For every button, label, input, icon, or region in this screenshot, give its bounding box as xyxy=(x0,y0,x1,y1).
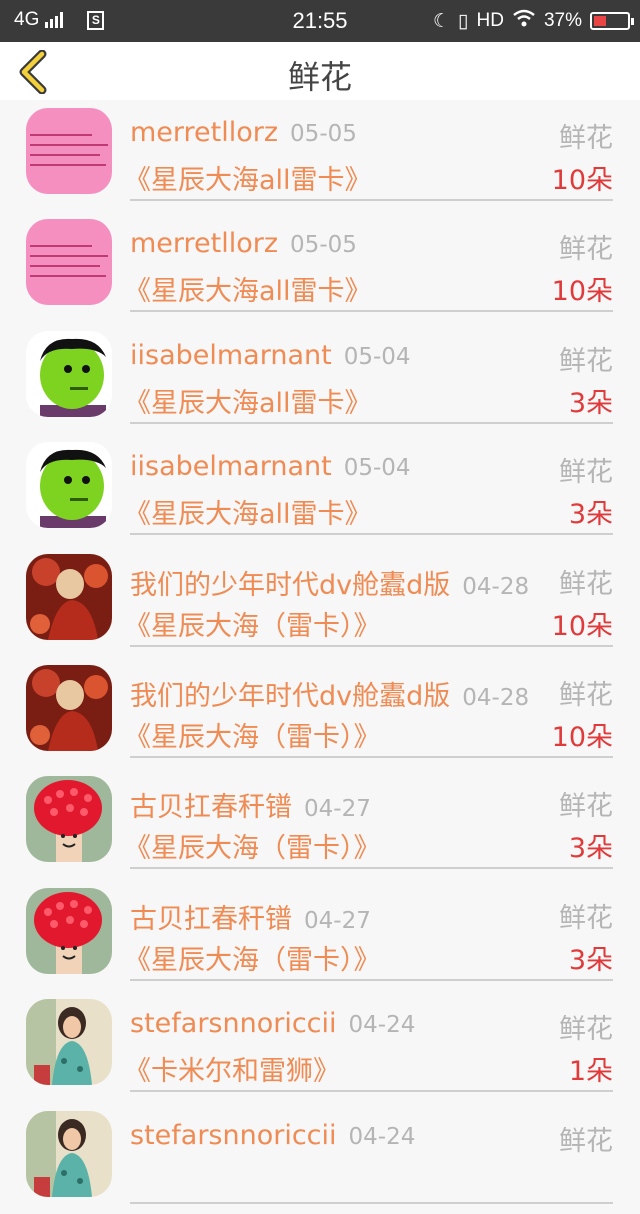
flower-count: 10朵 xyxy=(551,721,613,753)
flower-count: 3朵 xyxy=(568,944,613,976)
username[interactable]: merretllorz 05-05 xyxy=(130,117,357,148)
date: 04-27 xyxy=(304,796,371,823)
avatar[interactable] xyxy=(26,108,112,194)
list-item[interactable]: 我们的少年时代dv舱蠹d版 04-28 鲜花《星辰大海（雷卡）》 10朵 xyxy=(0,657,640,768)
date: 05-05 xyxy=(290,232,357,259)
date: 04-24 xyxy=(348,1012,416,1039)
avatar[interactable] xyxy=(26,219,112,306)
hd-label: HD xyxy=(476,10,504,31)
list-item-body: merretllorz 05-05 鲜花《星辰大海all雷卡》 10朵 xyxy=(124,211,613,313)
list-item[interactable]: iisabelmarnant 05-04 鲜花《星辰大海all雷卡》 3朵 xyxy=(0,323,640,434)
gift-type: 鲜花 xyxy=(559,123,613,154)
gift-type: 鲜花 xyxy=(559,1125,613,1157)
list-item[interactable]: merretllorz 05-05 鲜花《星辰大海all雷卡》 10朵 xyxy=(0,211,640,322)
flower-record-list: merretllorz 05-05 鲜花 《星辰大海all雷卡》 10朵 merretll… xyxy=(0,100,640,1214)
work-title[interactable]: 《星辰大海all雷卡》 xyxy=(124,158,372,197)
avatar[interactable] xyxy=(26,442,112,529)
battery-icon xyxy=(590,12,634,30)
username-text: stefarsnnoriccii xyxy=(130,1119,337,1151)
date: 04-28 xyxy=(462,684,530,711)
work-title[interactable]: 《星辰大海all雷卡》 xyxy=(124,381,372,420)
work-title[interactable]: 《星辰大海（雷卡）》 xyxy=(124,826,381,865)
flower-count: 3朵 xyxy=(568,499,613,531)
list-item-body: iisabelmarnant 05-04 鲜花《星辰大海all雷卡》 3朵 xyxy=(124,434,613,536)
avatar[interactable] xyxy=(26,553,112,640)
username-text: stefarsnnoriccii xyxy=(130,1008,337,1040)
username[interactable]: stefarsnnoriccii 04-24 xyxy=(130,1008,415,1039)
list-item-body: 我们的少年时代dv舱蠹d版 04-28 鲜花《星辰大海（雷卡）》 10朵 xyxy=(124,657,613,758)
date: 04-24 xyxy=(348,1123,416,1150)
list-item[interactable]: stefarsnnoriccii 04-24 鲜花 xyxy=(0,1103,640,1214)
list-item[interactable]: iisabelmarnant 05-04 鲜花《星辰大海all雷卡》 3朵 xyxy=(0,434,640,545)
avatar[interactable] xyxy=(26,999,112,1086)
work-title[interactable]: 《星辰大海（雷卡）》 xyxy=(124,938,381,977)
username-text: 我们的少年时代dv舱蠹d版 xyxy=(130,569,451,601)
list-item-body: stefarsnnoriccii 04-24 鲜花 xyxy=(130,1103,613,1204)
gift-type: 鲜花 xyxy=(559,1014,613,1046)
list-item[interactable]: merretllorz 05-05 鲜花《星辰大海all雷卡》 10朵 xyxy=(0,100,640,211)
avatar[interactable] xyxy=(26,330,112,417)
username-text: iisabelmarnant xyxy=(130,339,332,371)
date: 05-04 xyxy=(343,455,411,482)
gift-type: 鲜花 xyxy=(559,457,613,489)
username-text: merretllorz xyxy=(130,228,279,260)
username-text: 古贝扛春秆镨 xyxy=(130,903,292,935)
username[interactable]: 我们的少年时代dv舱蠹d版 04-28 xyxy=(130,563,529,602)
wifi-icon xyxy=(512,9,536,33)
flower-count: 3朵 xyxy=(568,833,613,865)
list-item-body: 我们的少年时代dv舱蠹d版 04-28 鲜花《星辰大海（雷卡）》 10朵 xyxy=(124,546,613,647)
username-text: 古贝扛春秆镨 xyxy=(130,792,292,824)
avatar[interactable] xyxy=(26,776,112,863)
gift-type: 鲜花 xyxy=(559,234,613,266)
flower-count: 10朵 xyxy=(551,610,613,642)
gift-type: 鲜花 xyxy=(559,791,613,823)
nav-bar: 鲜花 xyxy=(0,42,640,100)
list-item-body: merretllorz 05-05 鲜花《星辰大海all雷卡》 10朵 xyxy=(124,100,613,201)
list-item[interactable]: 古贝扛春秆镨 04-27 鲜花《星辰大海（雷卡）》 3朵 xyxy=(0,880,640,991)
flower-count: 10朵 xyxy=(551,165,613,196)
list-item[interactable]: stefarsnnoriccii 04-24 鲜花《卡米尔和雷狮》 1朵 xyxy=(0,991,640,1102)
gift-type: 鲜花 xyxy=(559,679,613,711)
vibrate-icon: ▯ xyxy=(458,10,469,32)
username[interactable]: stefarsnnoriccii 04-24 xyxy=(130,1120,415,1151)
list-item-body: 古贝扛春秆镨 04-27 鲜花《星辰大海（雷卡）》 3朵 xyxy=(124,768,613,870)
username[interactable]: iisabelmarnant 05-04 xyxy=(130,451,411,482)
status-right: ☾ ▯ HD 37% xyxy=(433,9,634,33)
status-bar: 4G S 21:55 ☾ ▯ HD 37% xyxy=(0,0,640,42)
gift-type: 鲜花 xyxy=(559,345,613,377)
username-text: 我们的少年时代dv舱蠹d版 xyxy=(130,680,451,712)
date: 04-28 xyxy=(462,573,530,600)
avatar[interactable] xyxy=(26,664,112,751)
work-title[interactable]: 《星辰大海（雷卡）》 xyxy=(124,715,381,754)
work-title[interactable]: 《卡米尔和雷狮》 xyxy=(124,1049,340,1088)
username-text: iisabelmarnant xyxy=(130,451,332,483)
page-title: 鲜花 xyxy=(287,58,352,96)
date: 04-27 xyxy=(304,907,371,934)
date: 05-04 xyxy=(343,343,411,370)
list-item[interactable]: 我们的少年时代dv舱蠹d版 04-28 鲜花《星辰大海（雷卡）》 10朵 xyxy=(0,546,640,657)
avatar[interactable] xyxy=(26,887,112,974)
list-item-body: stefarsnnoriccii 04-24 鲜花《卡米尔和雷狮》 1朵 xyxy=(124,991,613,1093)
list-item-body: 古贝扛春秆镨 04-27 鲜花《星辰大海（雷卡）》 3朵 xyxy=(124,880,613,981)
username-text: merretllorz xyxy=(130,117,279,148)
work-title[interactable]: 《星辰大海（雷卡）》 xyxy=(124,604,381,643)
flower-count: 3朵 xyxy=(568,387,613,419)
avatar[interactable] xyxy=(26,1110,112,1197)
username[interactable]: 古贝扛春秆镨 04-27 xyxy=(130,785,371,824)
list-item-body: iisabelmarnant 05-04 鲜花《星辰大海all雷卡》 3朵 xyxy=(124,323,613,424)
username[interactable]: iisabelmarnant 05-04 xyxy=(130,340,411,371)
list-item[interactable]: 古贝扛春秆镨 04-27 鲜花《星辰大海（雷卡）》 3朵 xyxy=(0,768,640,879)
gift-type: 鲜花 xyxy=(559,568,613,600)
username[interactable]: 我们的少年时代dv舱蠹d版 04-28 xyxy=(130,674,529,713)
work-title[interactable]: 《星辰大海all雷卡》 xyxy=(124,492,372,531)
date: 05-05 xyxy=(290,121,357,147)
username[interactable]: merretllorz 05-05 xyxy=(130,228,357,259)
flower-count: 10朵 xyxy=(551,276,613,308)
moon-icon: ☾ xyxy=(433,10,451,32)
gift-type: 鲜花 xyxy=(559,902,613,934)
battery-percent: 37% xyxy=(543,10,582,31)
username[interactable]: 古贝扛春秆镨 04-27 xyxy=(130,897,371,936)
work-title[interactable]: 《星辰大海all雷卡》 xyxy=(124,269,372,308)
flower-count: 1朵 xyxy=(568,1056,613,1088)
